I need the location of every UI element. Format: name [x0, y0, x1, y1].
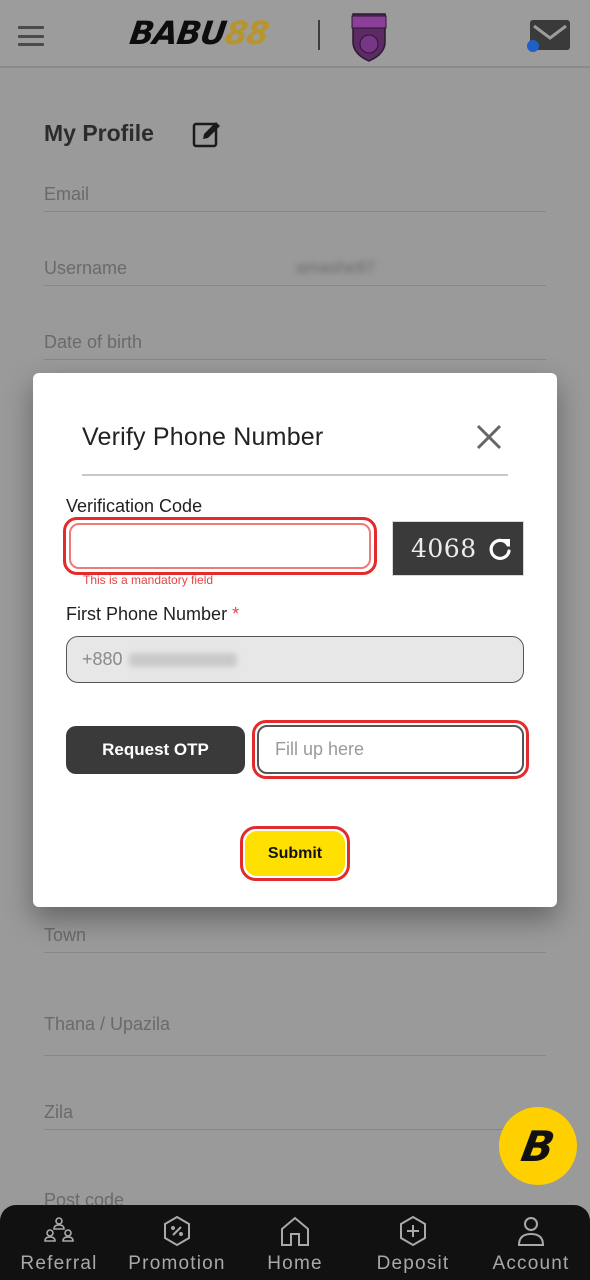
phone-label: First Phone Number *: [66, 604, 239, 625]
email-field[interactable]: Email: [44, 180, 546, 212]
team-badge-icon: [351, 13, 387, 62]
close-icon[interactable]: [473, 421, 505, 453]
nav-label: Home: [267, 1253, 323, 1274]
nav-referral[interactable]: Referral: [0, 1205, 118, 1280]
request-otp-button[interactable]: Request OTP: [66, 726, 245, 774]
field-label: Email: [44, 184, 90, 204]
zila-field[interactable]: Zila: [44, 1098, 546, 1130]
verify-phone-modal: Verify Phone Number Verification Code Th…: [33, 373, 557, 907]
phone-number-input: +880: [66, 636, 524, 683]
nav-deposit[interactable]: Deposit: [354, 1205, 472, 1280]
field-label: Town: [44, 925, 87, 945]
verification-code-label: Verification Code: [66, 496, 203, 516]
captcha-box: 4068: [392, 521, 524, 576]
verification-code-highlight: [63, 517, 377, 575]
nav-account[interactable]: Account: [472, 1205, 590, 1280]
refresh-icon[interactable]: [487, 536, 513, 562]
logo-divider: [318, 20, 320, 50]
nav-home[interactable]: Home: [236, 1205, 354, 1280]
bottom-nav: Referral Promotion Home Deposit Account: [0, 1205, 590, 1280]
otp-highlight: [252, 720, 529, 779]
menu-icon[interactable]: [18, 26, 44, 46]
phone-label-text: First Phone Number: [66, 604, 228, 624]
field-label: Zila: [44, 1102, 74, 1122]
modal-divider: [82, 474, 508, 476]
brand-logo-part1: BABU: [127, 14, 229, 52]
nav-promotion[interactable]: Promotion: [118, 1205, 236, 1280]
town-field[interactable]: Town: [44, 921, 546, 953]
field-label: Thana / Upazila: [44, 1014, 171, 1034]
nav-label: Referral: [20, 1253, 98, 1274]
notification-dot: [527, 40, 539, 52]
referral-icon: [44, 1217, 74, 1242]
dob-field[interactable]: Date of birth: [44, 328, 546, 360]
field-label: Username: [44, 258, 128, 278]
thana-field[interactable]: Thana / Upazila: [44, 1010, 546, 1056]
field-value: amashe87: [296, 258, 376, 277]
page-title: My Profile: [44, 120, 154, 146]
field-label: Date of birth: [44, 332, 143, 352]
nav-label: Promotion: [128, 1253, 226, 1274]
modal-title: Verify Phone Number: [82, 423, 324, 451]
deposit-icon: [400, 1215, 426, 1247]
promotion-icon: [164, 1215, 190, 1247]
fab-logo: B: [517, 1121, 559, 1171]
home-icon: [281, 1216, 309, 1246]
phone-prefix: +880: [82, 649, 123, 669]
nav-label: Account: [492, 1253, 570, 1274]
error-message: This is a mandatory field: [83, 573, 214, 587]
submit-button[interactable]: Submit: [245, 831, 345, 876]
required-mark: *: [232, 604, 240, 624]
account-icon: [517, 1217, 545, 1246]
username-field[interactable]: Username amashe87: [44, 254, 546, 286]
brand-logo-part2: 88: [222, 14, 271, 52]
submit-highlight: Submit: [240, 826, 350, 881]
captcha-code: 4068: [411, 534, 477, 563]
brand-fab-button[interactable]: B: [499, 1107, 577, 1185]
nav-label: Deposit: [376, 1253, 450, 1274]
edit-icon[interactable]: [191, 118, 223, 150]
phone-number-redacted: [128, 652, 237, 667]
verification-code-input[interactable]: [69, 523, 371, 569]
otp-input[interactable]: [257, 725, 524, 774]
app-header: BABU88: [0, 0, 590, 68]
brand-logo[interactable]: BABU88: [127, 14, 270, 52]
